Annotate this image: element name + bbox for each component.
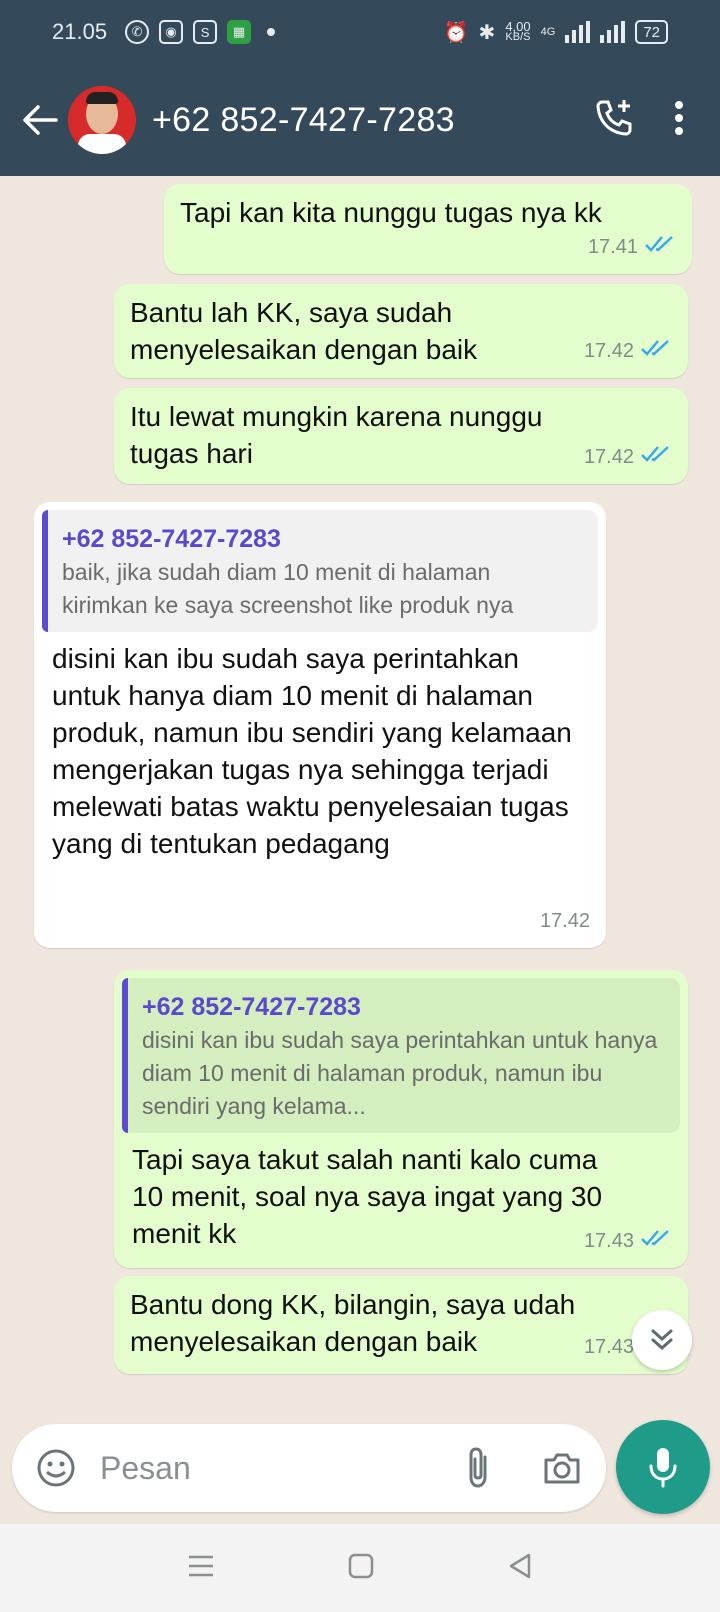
whatsapp-notification-icon: ✆ xyxy=(125,20,150,44)
message-text: Tapi kan kita nunggu tugas nya kk xyxy=(180,197,602,228)
message-time: 17.41 xyxy=(587,236,638,258)
quoted-message[interactable]: +62 852-7427-7283 baik, jika sudah diam … xyxy=(42,510,598,632)
network-speed: 4,00 KB/S xyxy=(505,20,531,43)
quoted-text: disini kan ibu sudah saya perintahkan un… xyxy=(142,1027,658,1119)
store-notification-icon: ▦ xyxy=(227,20,252,44)
more-vert-icon[interactable] xyxy=(674,100,684,141)
emoji-icon[interactable] xyxy=(34,1446,78,1490)
double-check-icon xyxy=(640,1223,672,1260)
double-check-icon xyxy=(644,229,676,266)
quoted-sender: +62 852-7427-7283 xyxy=(142,993,361,1021)
quoted-text: baik, jika sudah diam 10 menit di halama… xyxy=(62,559,514,618)
add-call-icon[interactable] xyxy=(594,98,634,143)
message-input[interactable]: Pesan xyxy=(100,1450,191,1487)
scroll-down-icon[interactable] xyxy=(632,1310,692,1370)
nav-home-icon[interactable] xyxy=(348,1553,374,1584)
signal-icon xyxy=(565,21,591,43)
status-right: ⏰ ✱ 4,00 KB/S 4G 72 xyxy=(444,20,668,45)
message-text: disini kan ibu sudah saya perintahkan un… xyxy=(52,643,572,859)
message-bubble-outgoing[interactable]: Bantu lah KK, saya sudah menyelesaikan d… xyxy=(114,284,688,378)
more-notifications-icon xyxy=(267,28,276,36)
double-check-icon xyxy=(640,439,672,476)
mic-icon[interactable] xyxy=(616,1420,710,1514)
message-time: 17.42 xyxy=(539,910,590,932)
nav-menu-icon[interactable] xyxy=(187,1554,215,1583)
message-bubble-outgoing[interactable]: Itu lewat mungkin karena nunggu tugas ha… xyxy=(114,388,688,484)
double-check-icon xyxy=(640,333,672,370)
battery-level: 72 xyxy=(643,23,660,41)
message-bubble-incoming[interactable]: +62 852-7427-7283 baik, jika sudah diam … xyxy=(34,502,606,948)
system-nav-bar xyxy=(0,1524,720,1612)
notification-icons: ✆ ◉ S ▦ xyxy=(125,20,276,44)
bluetooth-icon: ✱ xyxy=(478,21,496,44)
network-type: 4G xyxy=(540,26,556,38)
message-text: Itu lewat mungkin karena nunggu tugas ha… xyxy=(130,401,543,469)
message-input-bar: Pesan xyxy=(12,1424,606,1512)
message-time: 17.42 xyxy=(583,340,634,362)
quoted-sender: +62 852-7427-7283 xyxy=(62,525,281,553)
camera-icon[interactable] xyxy=(540,1446,584,1490)
message-time: 17.43 xyxy=(583,1336,634,1358)
signal-icon-2 xyxy=(600,21,626,43)
message-bubble-outgoing[interactable]: +62 852-7427-7283 disini kan ibu sudah s… xyxy=(114,970,688,1268)
avatar[interactable] xyxy=(68,86,136,154)
message-text: Bantu dong KK, bilangin, saya udah menye… xyxy=(130,1289,576,1357)
message-text: Bantu lah KK, saya sudah menyelesaikan d… xyxy=(130,297,478,365)
back-arrow-icon[interactable] xyxy=(12,90,68,150)
app-notification-icon: ◉ xyxy=(159,20,184,44)
speed-unit: KB/S xyxy=(505,31,531,43)
message-bubble-outgoing[interactable]: Bantu dong KK, bilangin, saya udah menye… xyxy=(114,1276,688,1374)
nav-back-icon[interactable] xyxy=(507,1553,533,1584)
attach-icon[interactable] xyxy=(456,1446,500,1490)
contact-name[interactable]: +62 852-7427-7283 xyxy=(152,101,455,140)
quoted-message[interactable]: +62 852-7427-7283 disini kan ibu sudah s… xyxy=(122,978,680,1133)
message-text: Tapi saya takut salah nanti kalo cuma 10… xyxy=(132,1144,603,1249)
shop-notification-icon: S xyxy=(193,20,218,44)
message-bubble-outgoing[interactable]: Tapi kan kita nunggu tugas nya kk 17.41 xyxy=(164,184,692,274)
chat-header: +62 852-7427-7283 xyxy=(0,76,720,164)
alarm-icon: ⏰ xyxy=(443,21,469,44)
status-time: 21.05 xyxy=(52,19,108,44)
chat-area[interactable]: Tapi kan kita nunggu tugas nya kk 17.41 … xyxy=(0,176,720,1420)
message-time: 17.43 xyxy=(583,1230,634,1252)
battery-icon: 72 xyxy=(635,20,668,44)
status-bar: 21.05 ✆ ◉ S ▦ ⏰ ✱ 4,00 KB/S 4G 72 xyxy=(0,0,720,64)
top-bar: 21.05 ✆ ◉ S ▦ ⏰ ✱ 4,00 KB/S 4G 72 +62 85… xyxy=(0,0,720,176)
message-time: 17.42 xyxy=(583,446,634,468)
